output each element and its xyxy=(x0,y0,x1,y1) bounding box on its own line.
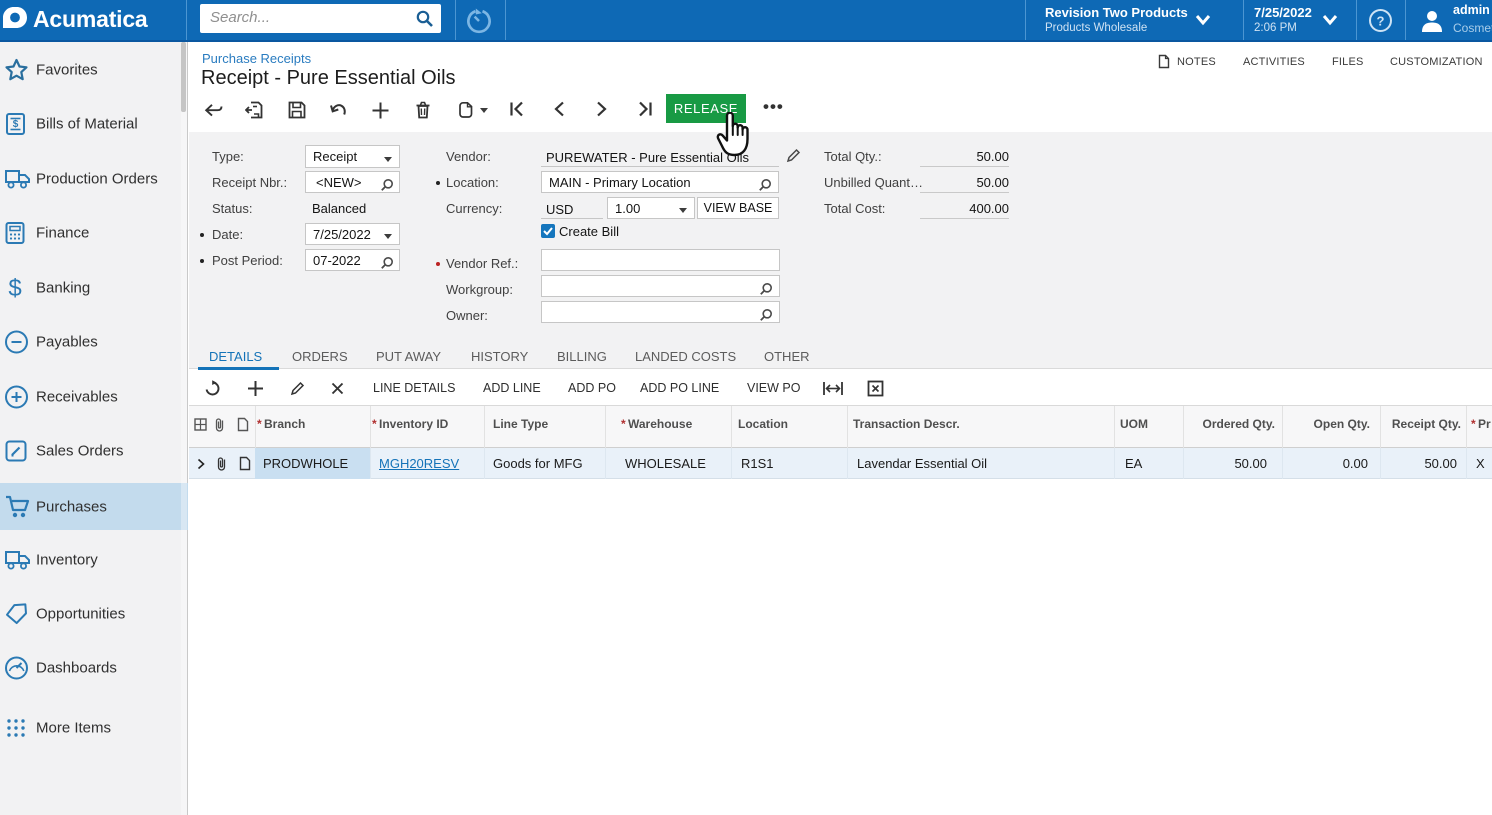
svg-text:$: $ xyxy=(8,275,21,301)
svg-text:$: $ xyxy=(13,119,19,130)
svg-text:?: ? xyxy=(1377,14,1385,29)
